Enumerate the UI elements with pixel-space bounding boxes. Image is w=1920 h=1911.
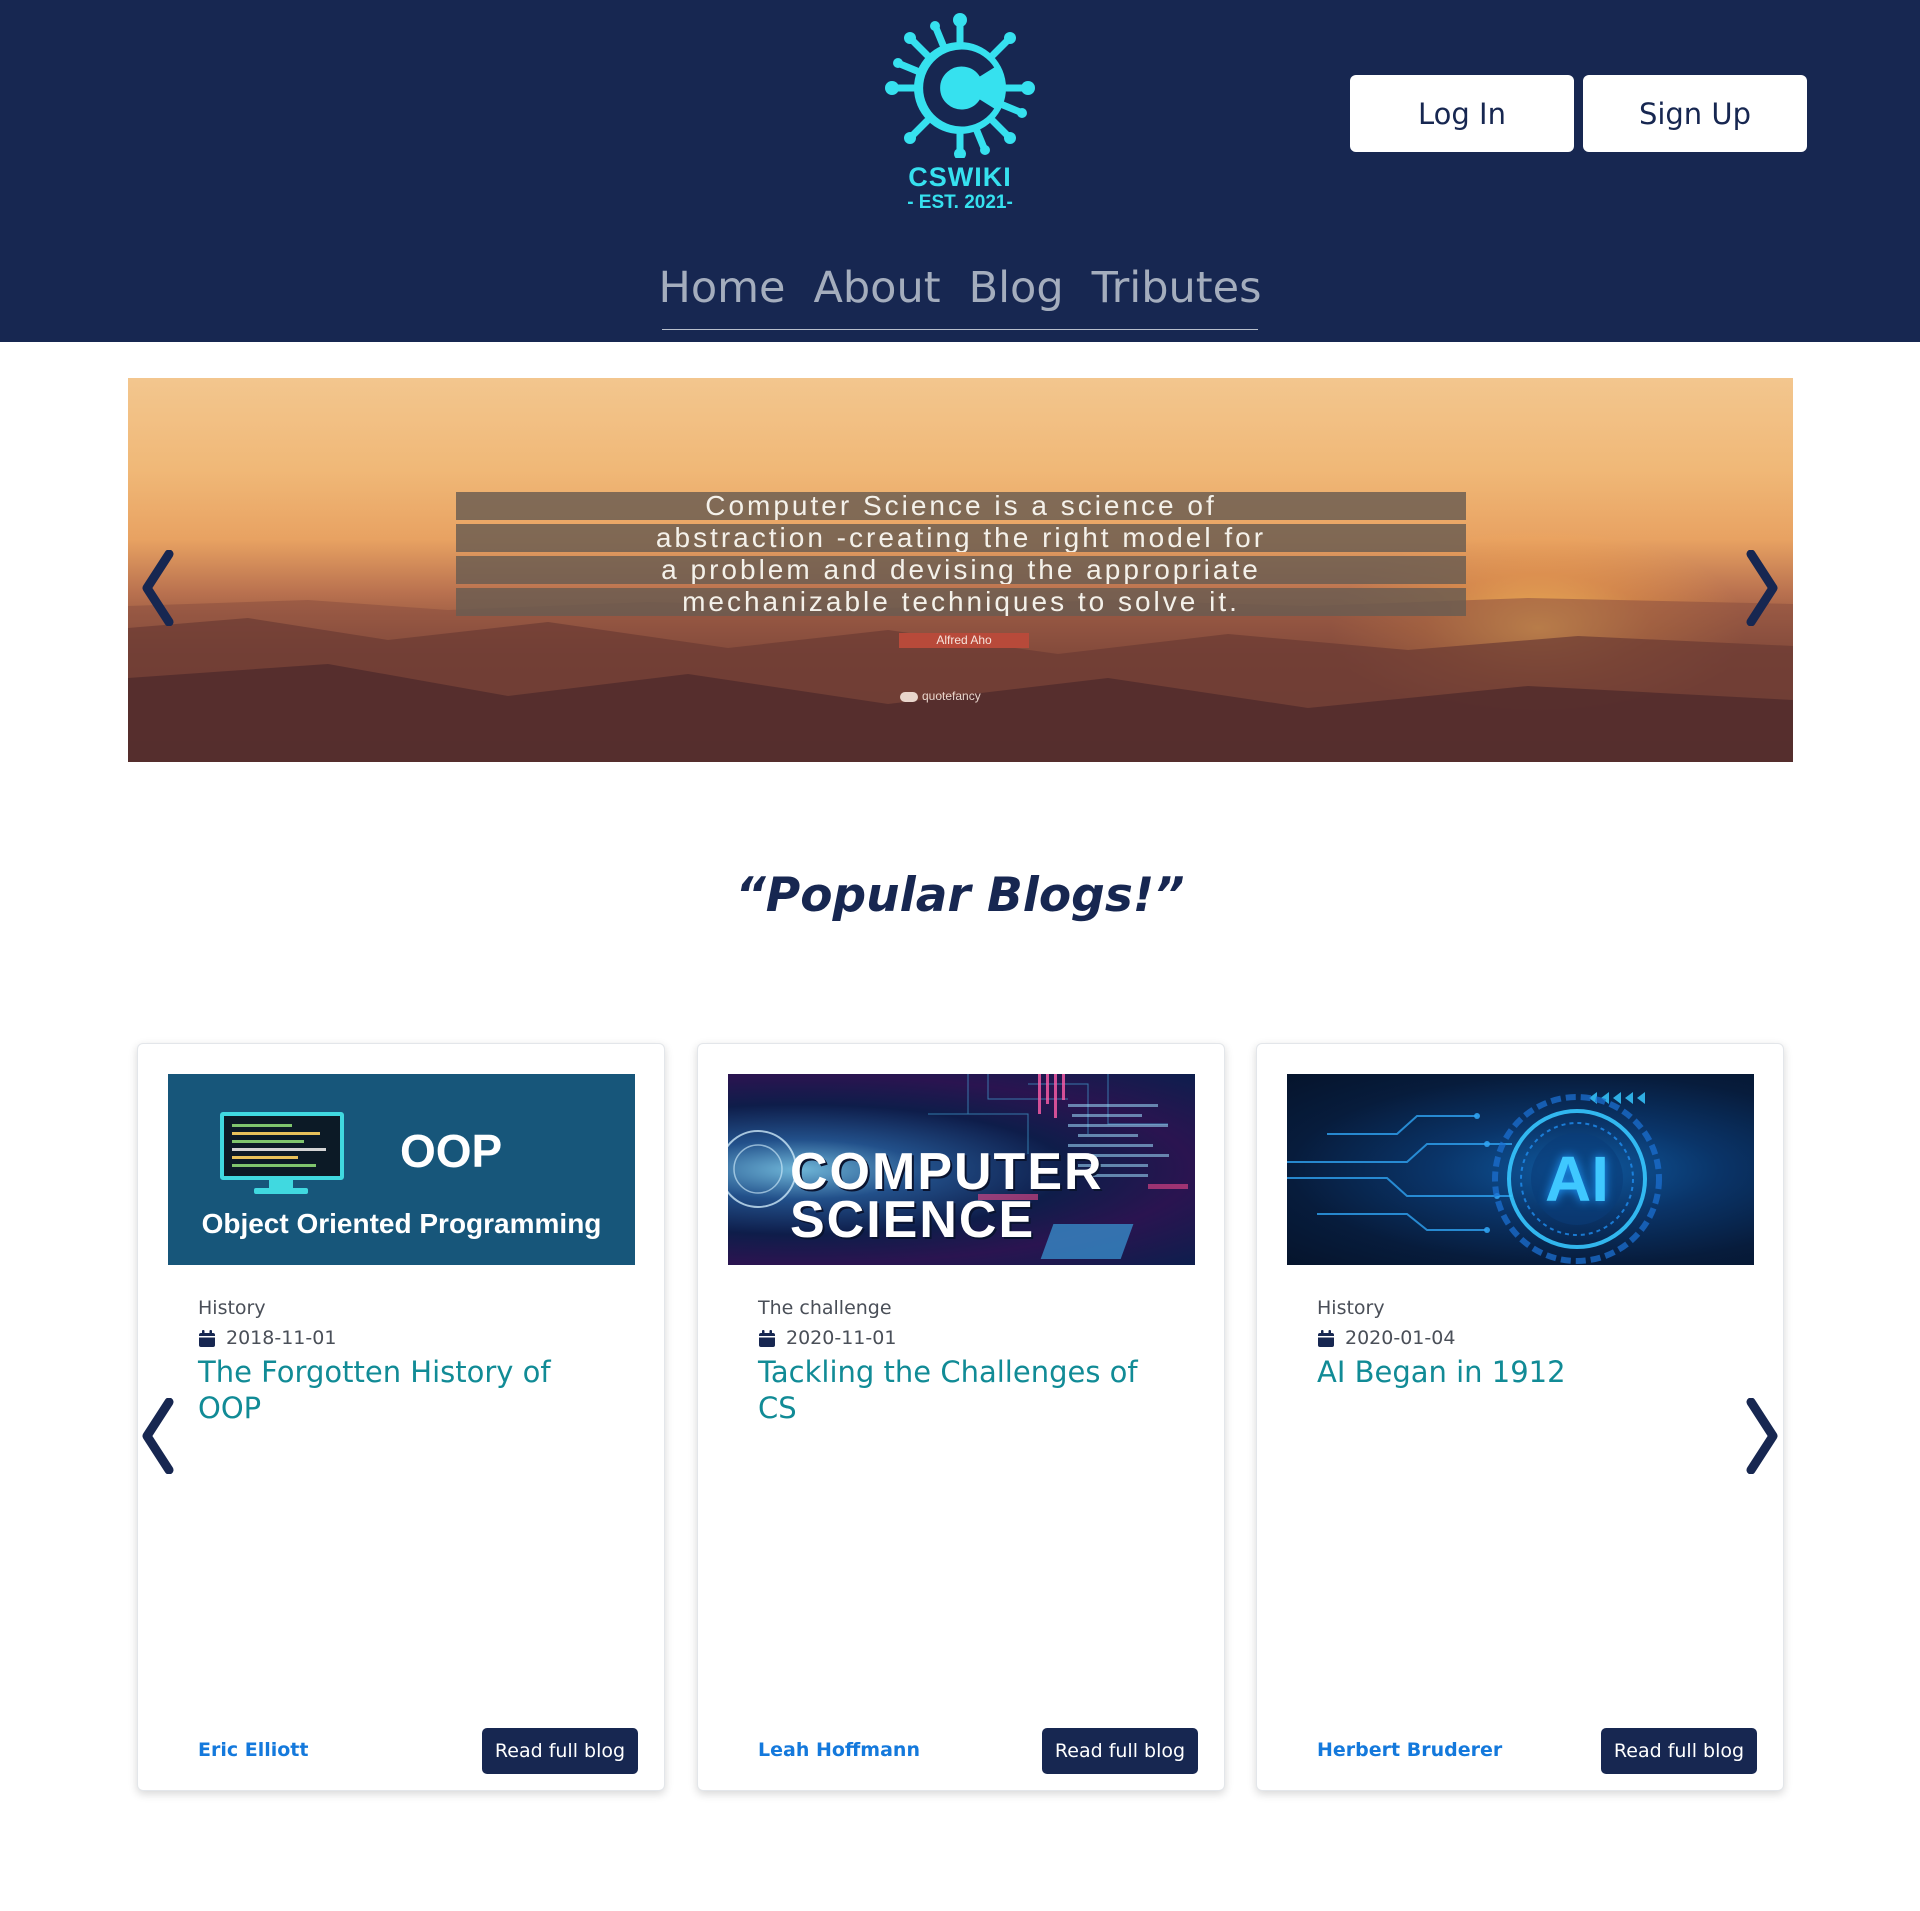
site-logo[interactable]: CSWIKI - EST. 2021-	[870, 8, 1050, 220]
hero-prev-button[interactable]	[138, 548, 178, 628]
blog-title[interactable]: Tackling the Challenges of CS	[758, 1354, 1158, 1426]
popular-blogs-heading: “Popular Blogs!”	[735, 868, 1185, 923]
blog-author[interactable]: Herbert Bruderer	[1317, 1739, 1502, 1761]
chevron-right-icon	[1746, 1398, 1778, 1474]
chevron-right-icon	[1746, 550, 1778, 626]
quote-line: abstraction -creating the right model fo…	[456, 524, 1466, 552]
signup-button[interactable]: Sign Up	[1583, 75, 1807, 152]
nav-home[interactable]: Home	[658, 258, 785, 318]
image-line-2: SCIENCE	[790, 1191, 1036, 1249]
calendar-icon	[759, 1329, 775, 1347]
blog-author[interactable]: Leah Hoffmann	[758, 1739, 920, 1761]
blog-date: 2018-11-01	[198, 1327, 336, 1349]
quote-block: Computer Science is a science of abstrac…	[456, 492, 1466, 620]
blog-card: COMPUTER SCIENCE The challenge 2020-11-0…	[697, 1043, 1225, 1791]
chevron-left-icon	[142, 550, 174, 626]
blog-date: 2020-11-01	[758, 1327, 896, 1349]
hero-carousel-slide: Computer Science is a science of abstrac…	[128, 378, 1793, 762]
nav-tributes[interactable]: Tributes	[1092, 258, 1262, 318]
login-button[interactable]: Log In	[1350, 75, 1574, 152]
blog-card-image[interactable]: AI	[1287, 1074, 1754, 1265]
image-subtitle: Object Oriented Programming	[201, 1208, 602, 1239]
quote-line: mechanizable techniques to solve it.	[456, 588, 1466, 616]
read-full-blog-button[interactable]: Read full blog	[1601, 1728, 1757, 1774]
blogs-next-button[interactable]	[1742, 1396, 1782, 1476]
site-header: CSWIKI - EST. 2021- Log In Sign Up Home …	[0, 0, 1920, 342]
virus-c-logo-icon	[885, 13, 1035, 158]
blog-card: AI History 2020-01-04 AI Began in 1912 H…	[1256, 1043, 1784, 1791]
blog-card-image[interactable]: OOP Object Oriented Programming	[168, 1074, 635, 1265]
blog-category: History	[1317, 1297, 1385, 1319]
image-headline: OOP	[400, 1125, 503, 1177]
blog-date-text: 2018-11-01	[226, 1327, 337, 1349]
blog-category: History	[198, 1297, 266, 1319]
blog-title[interactable]: The Forgotten History of OOP	[198, 1354, 598, 1426]
blog-date-text: 2020-11-01	[786, 1327, 897, 1349]
blog-date-text: 2020-01-04	[1345, 1327, 1456, 1349]
logo-established: - EST. 2021-	[907, 192, 1013, 213]
read-full-blog-button[interactable]: Read full blog	[1042, 1728, 1198, 1774]
read-full-blog-button[interactable]: Read full blog	[482, 1728, 638, 1774]
blog-card: OOP Object Oriented Programming History …	[137, 1043, 665, 1791]
blog-category: The challenge	[758, 1297, 892, 1319]
nav-blog[interactable]: Blog	[969, 258, 1064, 318]
chevron-left-icon	[142, 1398, 174, 1474]
calendar-icon	[199, 1329, 215, 1347]
logo-name: CSWIKI	[908, 162, 1012, 192]
main-nav: Home About Blog Tributes	[658, 258, 1262, 330]
blog-date: 2020-01-04	[1317, 1327, 1455, 1349]
calendar-icon	[1318, 1329, 1334, 1347]
quote-line: Computer Science is a science of	[456, 492, 1466, 520]
quote-author: Alfred Aho	[899, 633, 1029, 648]
quote-line: a problem and devising the appropriate	[456, 556, 1466, 584]
blog-title[interactable]: AI Began in 1912	[1317, 1354, 1717, 1390]
blog-author[interactable]: Eric Elliott	[198, 1739, 308, 1761]
hero-next-button[interactable]	[1742, 548, 1782, 628]
monitor-icon	[220, 1112, 344, 1180]
blog-card-image[interactable]: COMPUTER SCIENCE	[728, 1074, 1195, 1265]
blogs-prev-button[interactable]	[138, 1396, 178, 1476]
quote-credit: quotefancy	[900, 689, 981, 703]
quotefancy-logo-icon	[900, 691, 918, 702]
quote-credit-text: quotefancy	[922, 689, 981, 703]
image-headline: AI	[1545, 1143, 1609, 1215]
nav-about[interactable]: About	[813, 258, 940, 318]
